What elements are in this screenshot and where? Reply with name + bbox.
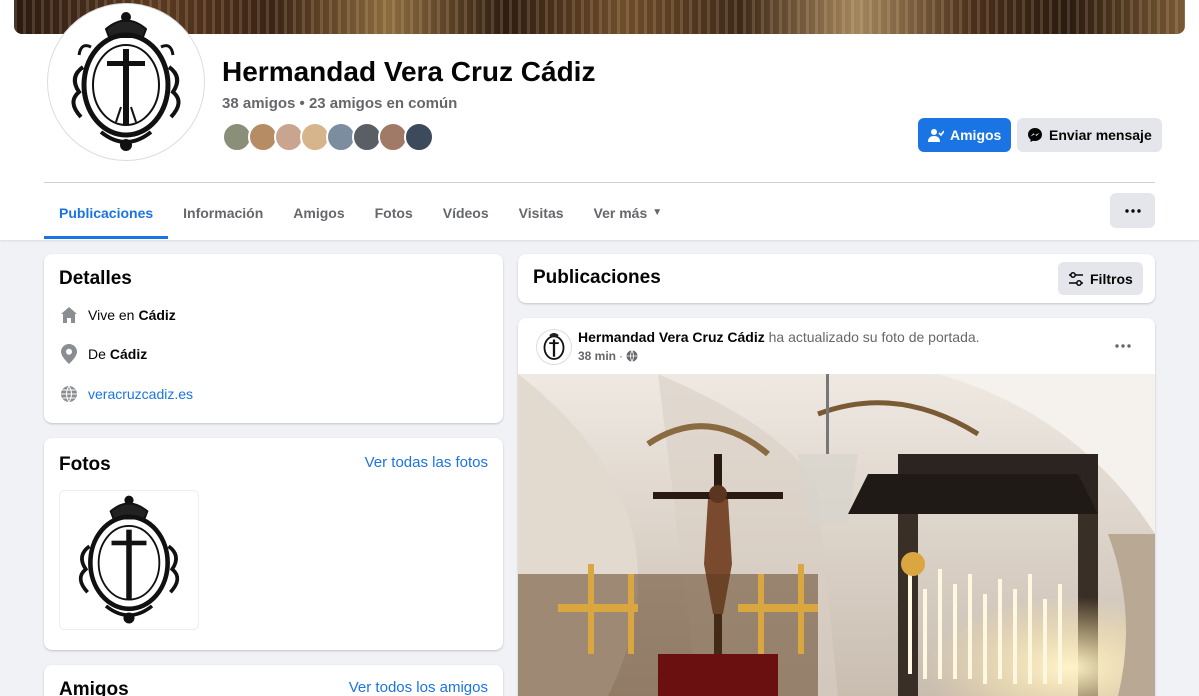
posts-title: Publicaciones xyxy=(533,267,661,288)
tab-label: Ver más xyxy=(593,204,648,221)
globe-icon xyxy=(59,384,79,404)
from-row: De Cádiz xyxy=(59,344,147,364)
tab-label: Visitas xyxy=(518,204,564,221)
photos-title: Fotos xyxy=(59,454,111,475)
post-options-button[interactable] xyxy=(1108,334,1138,358)
globe-privacy-icon xyxy=(626,350,638,362)
post-header-text: Hermandad Vera Cruz Cádiz ha actualizado… xyxy=(578,329,980,345)
more-options-button[interactable] xyxy=(1110,193,1155,228)
tab-label: Amigos xyxy=(293,204,345,221)
send-message-button[interactable]: Enviar mensaje xyxy=(1017,118,1162,152)
friend-check-icon xyxy=(928,129,944,142)
tab-label: Publicaciones xyxy=(59,204,154,221)
post-card: Hermandad Vera Cruz Cádiz ha actualizado… xyxy=(518,318,1155,696)
sliders-icon xyxy=(1069,271,1083,286)
from-place[interactable]: Cádiz xyxy=(110,346,147,362)
crest-thumbnail-icon xyxy=(78,495,180,624)
post-cover-photo[interactable] xyxy=(518,374,1155,696)
post-author-name[interactable]: Hermandad Vera Cruz Cádiz xyxy=(578,329,765,345)
post-action-text: ha actualizado su foto de portada. xyxy=(768,329,980,345)
tab-fotos[interactable]: Fotos xyxy=(360,186,428,239)
profile-tabs: Publicaciones Información Amigos Fotos V… xyxy=(44,186,677,239)
post-meta: 38 min · xyxy=(578,349,638,363)
filters-button[interactable]: Filtros xyxy=(1058,262,1143,295)
crest-avatar-icon xyxy=(543,333,565,360)
lives-in-row: Vive en Cádiz xyxy=(59,305,176,325)
tab-informacion[interactable]: Información xyxy=(168,186,278,239)
tab-label: Vídeos xyxy=(442,204,489,221)
filters-label: Filtros xyxy=(1090,270,1133,287)
mutual-friends-avatars xyxy=(222,122,434,152)
home-icon xyxy=(59,305,79,325)
tab-visitas[interactable]: Visitas xyxy=(504,186,579,239)
lives-in-place[interactable]: Cádiz xyxy=(138,307,175,323)
crest-logo xyxy=(71,12,181,151)
photo-thumbnail[interactable] xyxy=(59,490,199,630)
website-link[interactable]: veracruzcadiz.es xyxy=(88,386,193,402)
tab-label: Información xyxy=(183,204,264,221)
friends-card-title: Amigos xyxy=(59,679,129,696)
send-message-label: Enviar mensaje xyxy=(1049,127,1152,143)
post-author-avatar[interactable] xyxy=(536,329,572,365)
friends-button-label: Amigos xyxy=(950,127,1002,143)
lives-in-prefix: Vive en xyxy=(88,307,135,323)
from-prefix: De xyxy=(88,346,106,362)
ellipsis-icon xyxy=(1115,344,1131,348)
tab-ver-mas[interactable]: Ver más ▼ xyxy=(579,186,678,239)
posts-header-card: Publicaciones Filtros xyxy=(518,254,1155,303)
caret-down-icon: ▼ xyxy=(652,207,663,218)
header-divider xyxy=(44,182,1155,183)
friends-card: Amigos Ver todos los amigos xyxy=(44,665,503,696)
tab-amigos[interactable]: Amigos xyxy=(278,186,359,239)
photos-card: Fotos Ver todas las fotos xyxy=(44,438,503,650)
tab-videos[interactable]: Vídeos xyxy=(428,186,504,239)
messenger-icon xyxy=(1028,128,1042,142)
profile-name: Hermandad Vera Cruz Cádiz xyxy=(222,56,596,87)
details-title: Detalles xyxy=(59,268,132,289)
location-pin-icon xyxy=(59,344,79,364)
meta-separator: · xyxy=(619,349,624,363)
website-row: veracruzcadiz.es xyxy=(59,384,193,404)
tab-publicaciones[interactable]: Publicaciones xyxy=(44,186,169,239)
see-all-friends-link[interactable]: Ver todos los amigos xyxy=(349,679,488,696)
friends-button[interactable]: Amigos xyxy=(918,118,1012,152)
profile-picture[interactable] xyxy=(47,3,205,161)
mutual-friend-avatar[interactable] xyxy=(404,122,434,152)
details-card: Detalles Vive en Cádiz De Cádiz veracruzca… xyxy=(44,254,503,423)
see-all-photos-link[interactable]: Ver todas las fotos xyxy=(365,454,488,471)
tab-label: Fotos xyxy=(374,204,413,221)
friends-summary[interactable]: 38 amigos • 23 amigos en común xyxy=(222,95,457,112)
procession-photo-image xyxy=(518,374,1155,696)
post-timestamp[interactable]: 38 min xyxy=(578,349,616,363)
ellipsis-icon xyxy=(1124,208,1141,213)
